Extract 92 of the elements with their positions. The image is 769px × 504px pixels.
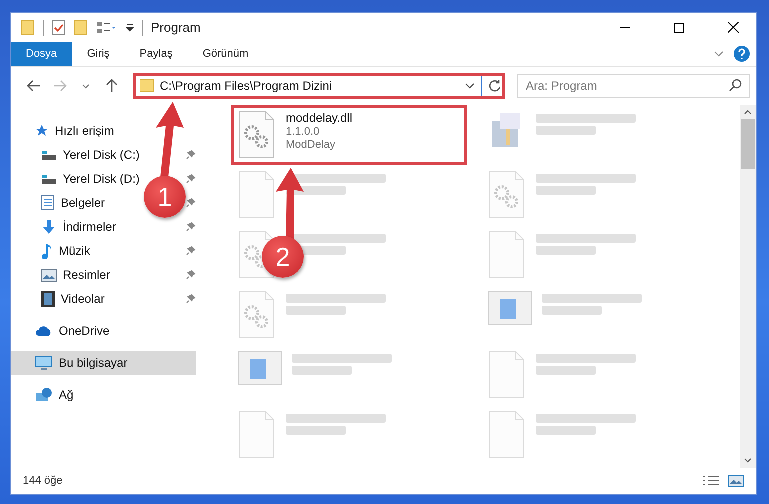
chevron-up-icon[interactable]: [744, 109, 752, 115]
back-arrow-icon[interactable]: [27, 80, 41, 92]
sidebar-item[interactable]: Müzik: [11, 239, 96, 263]
cloud-icon: [35, 325, 53, 337]
pin-icon[interactable]: [186, 222, 196, 232]
ribbon-tab[interactable]: Paylaş: [124, 42, 188, 66]
gear-file-icon: [488, 171, 526, 219]
sidebar-item[interactable]: OneDrive: [11, 319, 116, 343]
sidebar-label: Resimler: [63, 268, 110, 282]
sidebar-label: Yerel Disk (D:): [63, 172, 140, 186]
network-icon: [35, 388, 53, 402]
sidebar-item[interactable]: Belgeler: [11, 191, 112, 215]
blurred-text-bar: [292, 366, 352, 375]
chevron-down-icon[interactable]: [465, 83, 475, 89]
sidebar-label: Videolar: [61, 292, 105, 306]
sidebar-item[interactable]: Hızlı erişim: [11, 119, 120, 143]
blurred-text-bar: [536, 246, 596, 255]
refresh-icon[interactable]: [488, 79, 502, 93]
sidebar-label: Yerel Disk (C:): [63, 148, 140, 162]
blurred-text-bar: [542, 306, 602, 315]
film-icon: [41, 291, 55, 307]
sidebar-item[interactable]: Ağ: [11, 383, 80, 407]
sidebar-item[interactable]: Videolar: [11, 287, 111, 311]
gear-file-icon: [238, 291, 276, 339]
file-name: moddelay.dll: [286, 111, 352, 125]
sidebar-label: Belgeler: [61, 196, 106, 210]
music-note-icon: [41, 243, 53, 259]
sidebar-item[interactable]: Resimler: [11, 263, 116, 287]
sidebar-label: İndirmeler: [63, 220, 116, 234]
file-item[interactable]: moddelay.dll 1.1.0.0 ModDelay: [231, 105, 467, 165]
scrollbar[interactable]: [740, 105, 756, 468]
blurred-text-bar: [536, 126, 596, 135]
help-icon[interactable]: [734, 46, 750, 62]
pin-icon[interactable]: [186, 270, 196, 280]
close-icon[interactable]: [728, 22, 738, 33]
search-icon: [729, 79, 742, 92]
ribbon-tab[interactable]: Giriş: [72, 42, 125, 66]
blurred-text-bar: [286, 306, 346, 315]
file-icon: [238, 171, 276, 219]
properties-icon[interactable]: [96, 20, 118, 34]
chevron-down-icon[interactable]: [82, 84, 90, 88]
pin-icon[interactable]: [186, 246, 196, 256]
drive-icon: [41, 149, 57, 161]
dropdown-icon[interactable]: [126, 24, 134, 32]
thumbnail-view-icon[interactable]: [728, 475, 744, 487]
window-title: Program: [151, 20, 202, 35]
blurred-text-bar: [286, 426, 346, 435]
checklist-icon[interactable]: [52, 20, 66, 36]
sidebar-item[interactable]: Bu bilgisayar: [11, 351, 196, 375]
chevron-down-icon[interactable]: [744, 458, 752, 464]
pin-icon[interactable]: [186, 150, 196, 160]
up-arrow-icon[interactable]: [106, 79, 118, 93]
file-icon: [488, 411, 526, 459]
sidebar-label: OneDrive: [59, 324, 110, 338]
sidebar-item[interactable]: Yerel Disk (D:): [11, 167, 146, 191]
status-text: 144 öğe: [23, 475, 64, 487]
address-path: C:\Program Files\Program Dizini: [160, 79, 334, 93]
search-field[interactable]: Ara: Program: [517, 74, 750, 98]
ribbon-tab[interactable]: Dosya: [11, 42, 72, 66]
blurred-text-bar: [536, 186, 596, 195]
sidebar-item[interactable]: Yerel Disk (C:): [11, 143, 146, 167]
pin-icon[interactable]: [186, 174, 196, 184]
blurred-text-bar: [536, 426, 596, 435]
file-icon: [238, 411, 276, 459]
drive-icon: [41, 173, 57, 185]
file-detail: ModDelay: [286, 139, 337, 151]
down-arrow-icon: [41, 219, 57, 235]
sidebar-label: Hızlı erişim: [55, 124, 114, 138]
address-bar[interactable]: C:\Program Files\Program Dizini: [133, 73, 505, 99]
window-icon: [488, 291, 532, 325]
star-icon: [35, 124, 49, 138]
pin-icon[interactable]: [186, 198, 196, 208]
folder-icon: [140, 79, 154, 93]
sidebar-label: Bu bilgisayar: [59, 356, 128, 370]
sidebar-item[interactable]: İndirmeler: [11, 215, 122, 239]
scrollbar-thumb[interactable]: [741, 119, 755, 169]
file-icon: [488, 351, 526, 399]
file-detail: 1.1.0.0: [286, 126, 321, 138]
gear-file-icon: [238, 111, 276, 159]
ribbon-tab[interactable]: Görünüm: [188, 42, 264, 66]
sidebar-label: Müzik: [59, 244, 90, 258]
pin-icon[interactable]: [186, 294, 196, 304]
minimize-icon[interactable]: [620, 26, 630, 28]
document-icon: [41, 195, 55, 211]
picture-icon: [41, 268, 57, 282]
blurred-text-bar: [536, 366, 596, 375]
details-view-icon[interactable]: [702, 475, 720, 487]
sidebar-label: Ağ: [59, 388, 74, 402]
monitor-icon: [35, 356, 53, 370]
file-icon: [488, 231, 526, 279]
window-icon: [238, 351, 282, 385]
maximize-icon[interactable]: [674, 22, 684, 32]
